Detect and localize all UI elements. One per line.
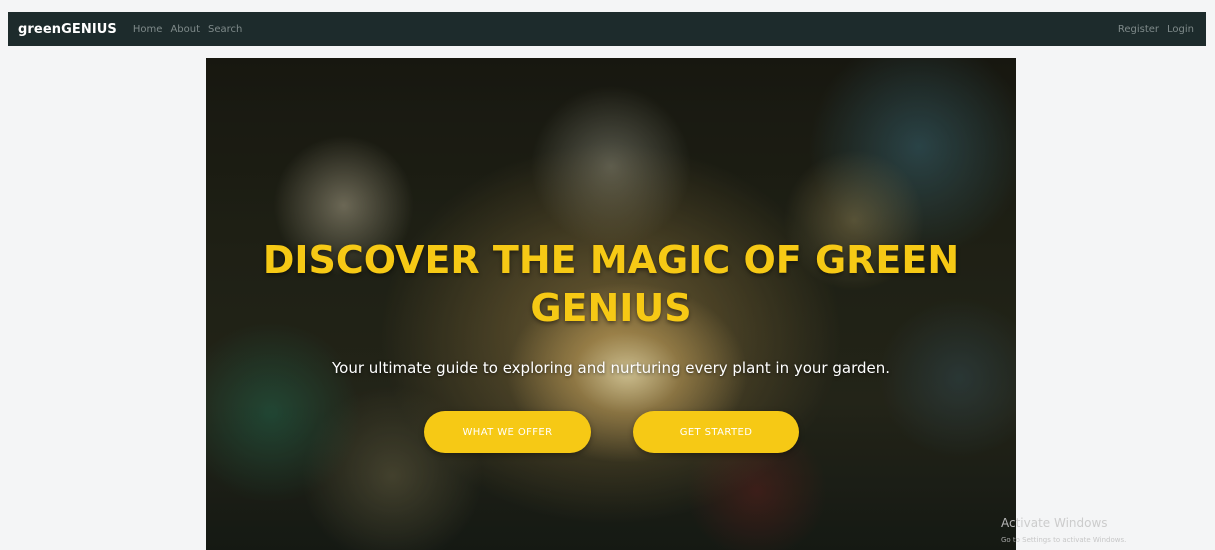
nav-login-link[interactable]: Login: [1167, 24, 1194, 35]
watermark-title: Activate Windows: [1001, 516, 1108, 530]
nav-left-links: Home About Search: [133, 24, 242, 35]
what-we-offer-button[interactable]: WHAT WE OFFER: [424, 411, 591, 453]
hero-content: DISCOVER THE MAGIC OF GREEN GENIUS Your …: [206, 58, 1016, 550]
nav-right-links: Register Login: [1118, 24, 1194, 35]
nav-about-link[interactable]: About: [170, 24, 200, 35]
windows-activation-watermark: Activate Windows Go to Settings to activ…: [1001, 515, 1126, 545]
watermark-subtitle: Go to Settings to activate Windows.: [1001, 536, 1127, 544]
nav-search-link[interactable]: Search: [208, 24, 242, 35]
brand-logo[interactable]: greenGENIUS: [18, 22, 117, 37]
get-started-button[interactable]: GET STARTED: [633, 411, 799, 453]
hero-banner: DISCOVER THE MAGIC OF GREEN GENIUS Your …: [206, 58, 1016, 550]
nav-register-link[interactable]: Register: [1118, 24, 1159, 35]
top-navbar: greenGENIUS Home About Search Register L…: [8, 12, 1206, 46]
nav-home-link[interactable]: Home: [133, 24, 163, 35]
hero-subtitle: Your ultimate guide to exploring and nur…: [331, 359, 891, 377]
hero-title: DISCOVER THE MAGIC OF GREEN GENIUS: [262, 238, 960, 330]
